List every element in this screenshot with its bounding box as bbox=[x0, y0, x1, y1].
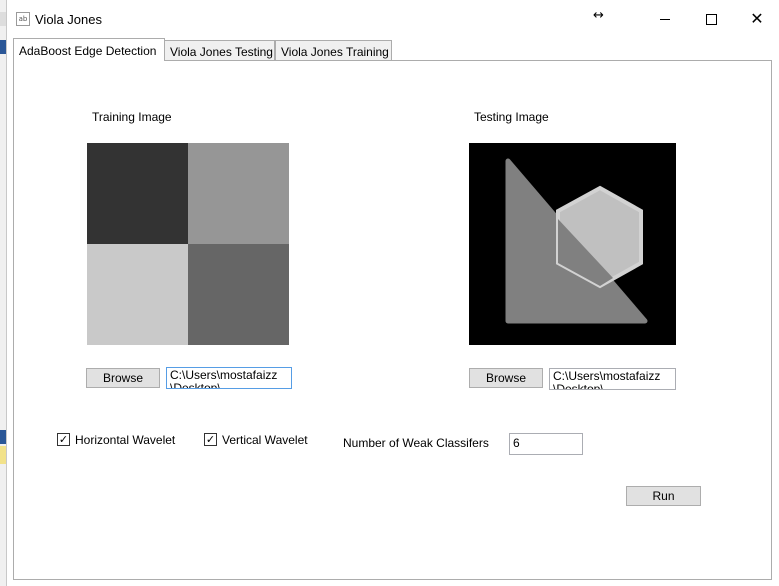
checkmark-icon: ✓ bbox=[58, 433, 69, 446]
vertical-wavelet-checkbox[interactable]: ✓ bbox=[204, 433, 217, 446]
testing-image-label: Testing Image bbox=[474, 110, 549, 124]
maximize-icon bbox=[705, 13, 717, 25]
training-browse-button[interactable]: Browse bbox=[86, 368, 160, 388]
training-quadrant-bottom-right bbox=[188, 244, 289, 345]
training-quadrant-top-left bbox=[87, 143, 188, 244]
resize-cursor-icon: ↔ bbox=[593, 8, 604, 23]
main-window: ab Viola Jones ↔ ✕ AdaBoost Edge Detecti… bbox=[6, 0, 779, 586]
testing-browse-button[interactable]: Browse bbox=[469, 368, 543, 388]
close-button[interactable]: ✕ bbox=[734, 0, 779, 38]
training-image-label: Training Image bbox=[92, 110, 172, 124]
training-image-graphic bbox=[87, 143, 289, 345]
training-image bbox=[87, 143, 289, 345]
app-icon: ab bbox=[16, 12, 30, 26]
minimize-button[interactable] bbox=[642, 0, 688, 38]
testing-path-field[interactable]: C:\Users\mostafaizz \Desktop\... bbox=[549, 368, 676, 390]
horizontal-wavelet-label: Horizontal Wavelet bbox=[75, 433, 176, 447]
testing-image bbox=[469, 143, 676, 345]
adaboost-tab-panel: Training Image Browse C:\Users\mostafaiz… bbox=[13, 60, 772, 580]
maximize-button[interactable] bbox=[688, 0, 734, 38]
training-quadrant-top-right bbox=[188, 143, 289, 244]
tab-viola-jones-testing[interactable]: Viola Jones Testing bbox=[164, 40, 275, 60]
window-title: Viola Jones bbox=[35, 12, 102, 27]
vertical-wavelet-label: Vertical Wavelet bbox=[222, 433, 308, 447]
training-quadrant-bottom-left bbox=[87, 244, 188, 345]
training-path-field[interactable]: C:\Users\mostafaizz \Desktop\... bbox=[166, 367, 292, 389]
title-bar[interactable]: ab Viola Jones ↔ ✕ bbox=[7, 0, 779, 38]
horizontal-wavelet-checkbox[interactable]: ✓ bbox=[57, 433, 70, 446]
tab-viola-jones-training[interactable]: Viola Jones Training bbox=[275, 40, 392, 60]
close-icon: ✕ bbox=[750, 9, 764, 28]
weak-classifiers-input[interactable]: 6 bbox=[509, 433, 583, 455]
run-button[interactable]: Run bbox=[626, 486, 701, 506]
minimize-icon bbox=[660, 18, 670, 20]
testing-image-graphic bbox=[469, 143, 676, 345]
checkmark-icon: ✓ bbox=[205, 433, 216, 446]
tab-adaboost-edge-detection[interactable]: AdaBoost Edge Detection bbox=[13, 38, 165, 61]
weak-classifiers-label: Number of Weak Classifers bbox=[343, 436, 489, 450]
